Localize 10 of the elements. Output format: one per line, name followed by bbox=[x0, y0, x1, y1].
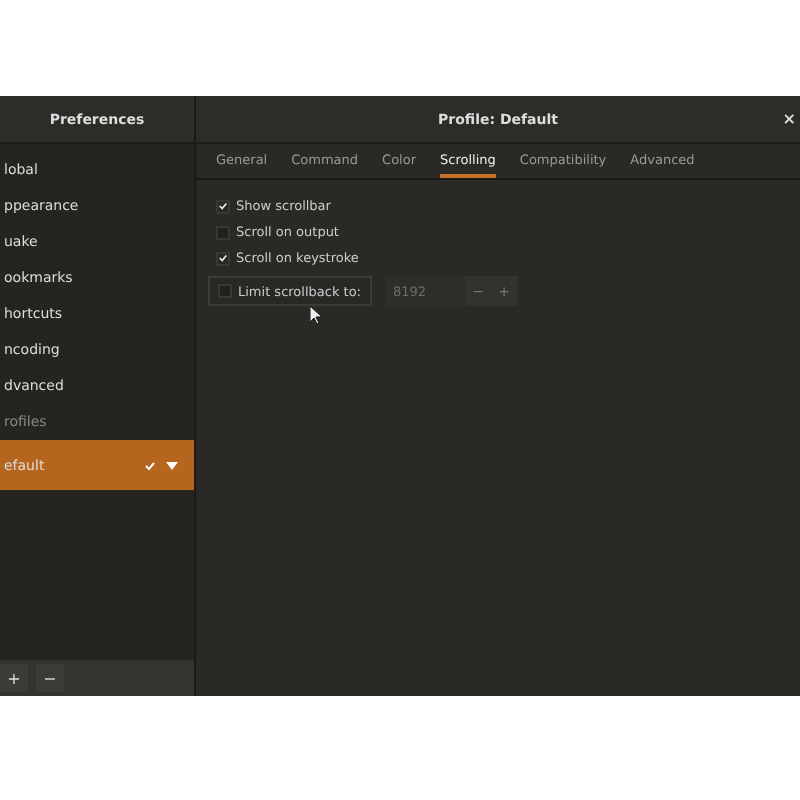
check-icon bbox=[144, 459, 156, 471]
remove-button[interactable]: − bbox=[36, 664, 64, 692]
pointer-icon bbox=[310, 306, 322, 324]
close-button[interactable]: × bbox=[782, 110, 796, 128]
checkbox[interactable] bbox=[216, 199, 230, 213]
check-icon bbox=[218, 200, 228, 212]
checkbox[interactable] bbox=[216, 251, 230, 265]
check-icon bbox=[218, 252, 228, 264]
caret-icon[interactable] bbox=[166, 461, 178, 469]
add-button[interactable]: + bbox=[0, 664, 28, 692]
